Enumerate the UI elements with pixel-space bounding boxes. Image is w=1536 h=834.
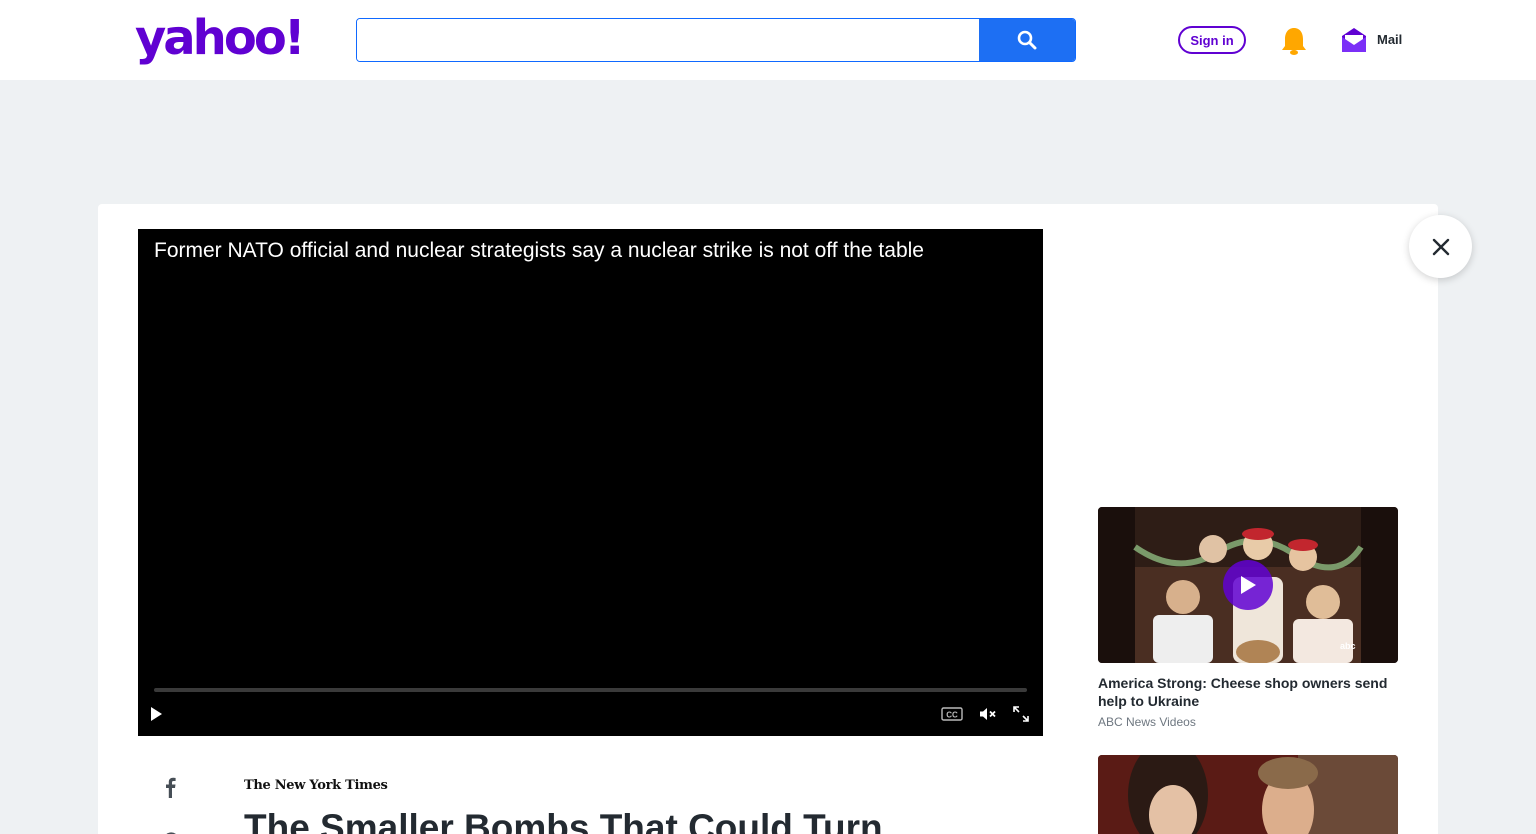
play-icon [1241, 576, 1256, 594]
mail-link[interactable]: Mail [1377, 32, 1402, 47]
search-box [356, 18, 1076, 62]
mute-icon [980, 708, 996, 720]
fullscreen-icon [1013, 706, 1029, 722]
mute-button[interactable] [978, 703, 998, 725]
thumbnail-image [1098, 755, 1398, 834]
video-progress-bar[interactable] [154, 688, 1027, 692]
close-button[interactable] [1409, 215, 1472, 278]
sidebar-video-item[interactable] [1098, 755, 1398, 834]
svg-text:CC: CC [946, 711, 958, 720]
publisher-logo[interactable]: The New York Times [244, 778, 388, 793]
close-icon [1432, 238, 1449, 255]
video-thumbnail[interactable]: abc [1098, 507, 1398, 663]
twitter-icon[interactable] [162, 826, 178, 834]
top-bar: yahoo! Sign in Mail [0, 0, 1536, 80]
video-source: ABC News Videos [1098, 715, 1196, 729]
facebook-icon[interactable] [162, 776, 178, 798]
search-icon [1017, 30, 1037, 50]
closed-captions-icon: CC [941, 707, 963, 721]
fullscreen-button[interactable] [1012, 703, 1030, 725]
video-thumbnail[interactable] [1098, 755, 1398, 834]
closed-captions-button[interactable]: CC [940, 703, 964, 725]
mail-icon[interactable] [1340, 26, 1368, 54]
video-title: Former NATO official and nuclear strateg… [154, 239, 924, 262]
play-button[interactable] [1223, 560, 1273, 610]
sign-in-button[interactable]: Sign in [1178, 26, 1246, 54]
video-player[interactable]: Former NATO official and nuclear strateg… [138, 229, 1043, 736]
sidebar-video-item[interactable]: abc America Strong: Cheese shop owners s… [1098, 507, 1398, 737]
search-input[interactable] [357, 19, 980, 61]
yahoo-logo[interactable]: yahoo! [135, 10, 306, 66]
network-badge: abc [1340, 641, 1356, 651]
bell-icon[interactable] [1280, 26, 1308, 56]
article-headline: The Smaller Bombs That Could Turn [244, 807, 883, 834]
video-headline[interactable]: America Strong: Cheese shop owners send … [1098, 674, 1398, 710]
play-icon [151, 707, 162, 721]
play-button[interactable] [149, 703, 163, 725]
search-button[interactable] [979, 19, 1075, 61]
